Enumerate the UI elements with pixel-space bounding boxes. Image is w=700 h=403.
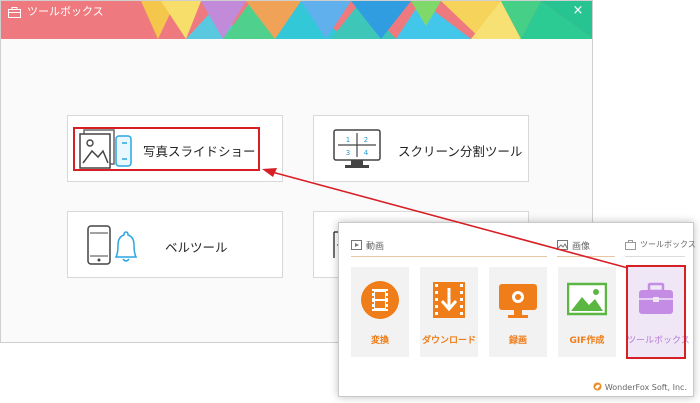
toolbox-icon bbox=[639, 282, 673, 314]
tab-underline bbox=[625, 256, 685, 257]
screen-split-label: スクリーン分割ツール bbox=[398, 144, 523, 159]
gif-maker-tile[interactable]: GIF作成 bbox=[558, 267, 616, 357]
photo-slideshow-label: 写真スライドショー bbox=[143, 144, 256, 159]
download-tile[interactable]: ダウンロード bbox=[420, 267, 478, 357]
monitor-split-icon: 1 2 3 4 bbox=[333, 129, 381, 168]
toolbox-tab-icon bbox=[625, 240, 636, 250]
convert-label: 変換 bbox=[370, 336, 389, 346]
record-tile[interactable]: 録画 bbox=[489, 267, 547, 357]
download-icon bbox=[433, 282, 465, 318]
screen-record-icon bbox=[499, 284, 537, 318]
gif-image-icon bbox=[567, 282, 607, 316]
screen-split-card[interactable]: 1 2 3 4 スクリーン分割ツール bbox=[313, 115, 529, 182]
main-menu-panel: 動画 画像 ツールボックス 変換 ダウンロード 録画 GIF作成 ツールボックス… bbox=[338, 222, 696, 397]
tab-underline bbox=[351, 256, 547, 257]
tab-video-label: 動画 bbox=[366, 242, 385, 252]
bell-tool-card[interactable]: ベルツール bbox=[67, 211, 283, 278]
video-tab-icon bbox=[351, 240, 362, 250]
brand-footer: WonderFox Soft, Inc. bbox=[593, 382, 687, 392]
image-tab-icon bbox=[557, 240, 568, 250]
photo-slideshow-icon bbox=[79, 129, 132, 169]
split-number-4: 4 bbox=[364, 149, 369, 157]
brand-text: WonderFox Soft, Inc. bbox=[604, 383, 687, 392]
title-bar: ツールボックス × bbox=[1, 1, 592, 39]
wonderfox-logo-icon bbox=[593, 382, 602, 391]
toolbox-tile[interactable]: ツールボックス bbox=[627, 267, 690, 357]
film-convert-icon bbox=[361, 281, 399, 319]
tab-image-label: 画像 bbox=[572, 242, 591, 252]
phone-bell-icon bbox=[87, 225, 138, 265]
toolbox-icon bbox=[8, 7, 21, 18]
split-number-1: 1 bbox=[346, 136, 350, 144]
photo-slideshow-card[interactable]: 写真スライドショー bbox=[67, 115, 283, 182]
close-icon[interactable]: × bbox=[570, 3, 586, 19]
split-number-2: 2 bbox=[364, 136, 368, 144]
split-number-3: 3 bbox=[346, 149, 350, 157]
tab-underline bbox=[557, 256, 615, 257]
gif-maker-label: GIF作成 bbox=[569, 336, 605, 346]
toolbox-label: ツールボックス bbox=[627, 336, 690, 346]
bell-tool-label: ベルツール bbox=[165, 240, 228, 255]
download-label: ダウンロード bbox=[421, 336, 476, 346]
convert-tile[interactable]: 変換 bbox=[351, 267, 409, 357]
record-label: 録画 bbox=[508, 336, 527, 346]
tab-toolbox-label: ツールボックス bbox=[640, 240, 696, 249]
window-title: ツールボックス bbox=[27, 5, 104, 18]
